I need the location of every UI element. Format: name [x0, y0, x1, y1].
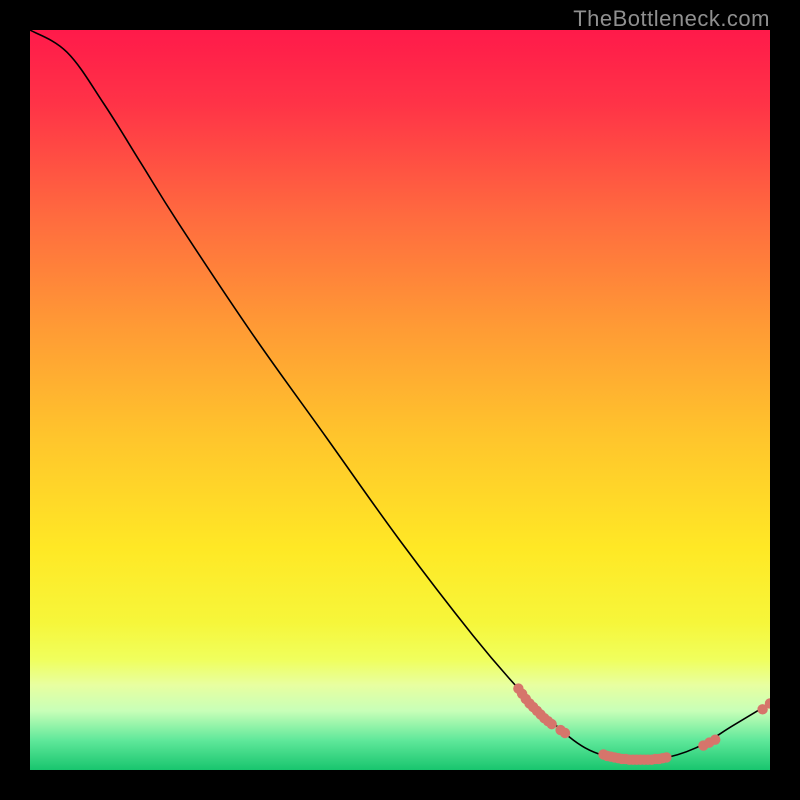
data-point	[661, 752, 671, 762]
data-point	[560, 728, 570, 738]
data-point	[547, 719, 557, 729]
chart-container: TheBottleneck.com	[0, 0, 800, 800]
data-point	[710, 734, 720, 744]
bottleneck-curve	[30, 30, 770, 760]
plot-area	[30, 30, 770, 770]
curve-layer	[30, 30, 770, 770]
attribution-label: TheBottleneck.com	[573, 6, 770, 32]
marker-group	[513, 683, 770, 764]
